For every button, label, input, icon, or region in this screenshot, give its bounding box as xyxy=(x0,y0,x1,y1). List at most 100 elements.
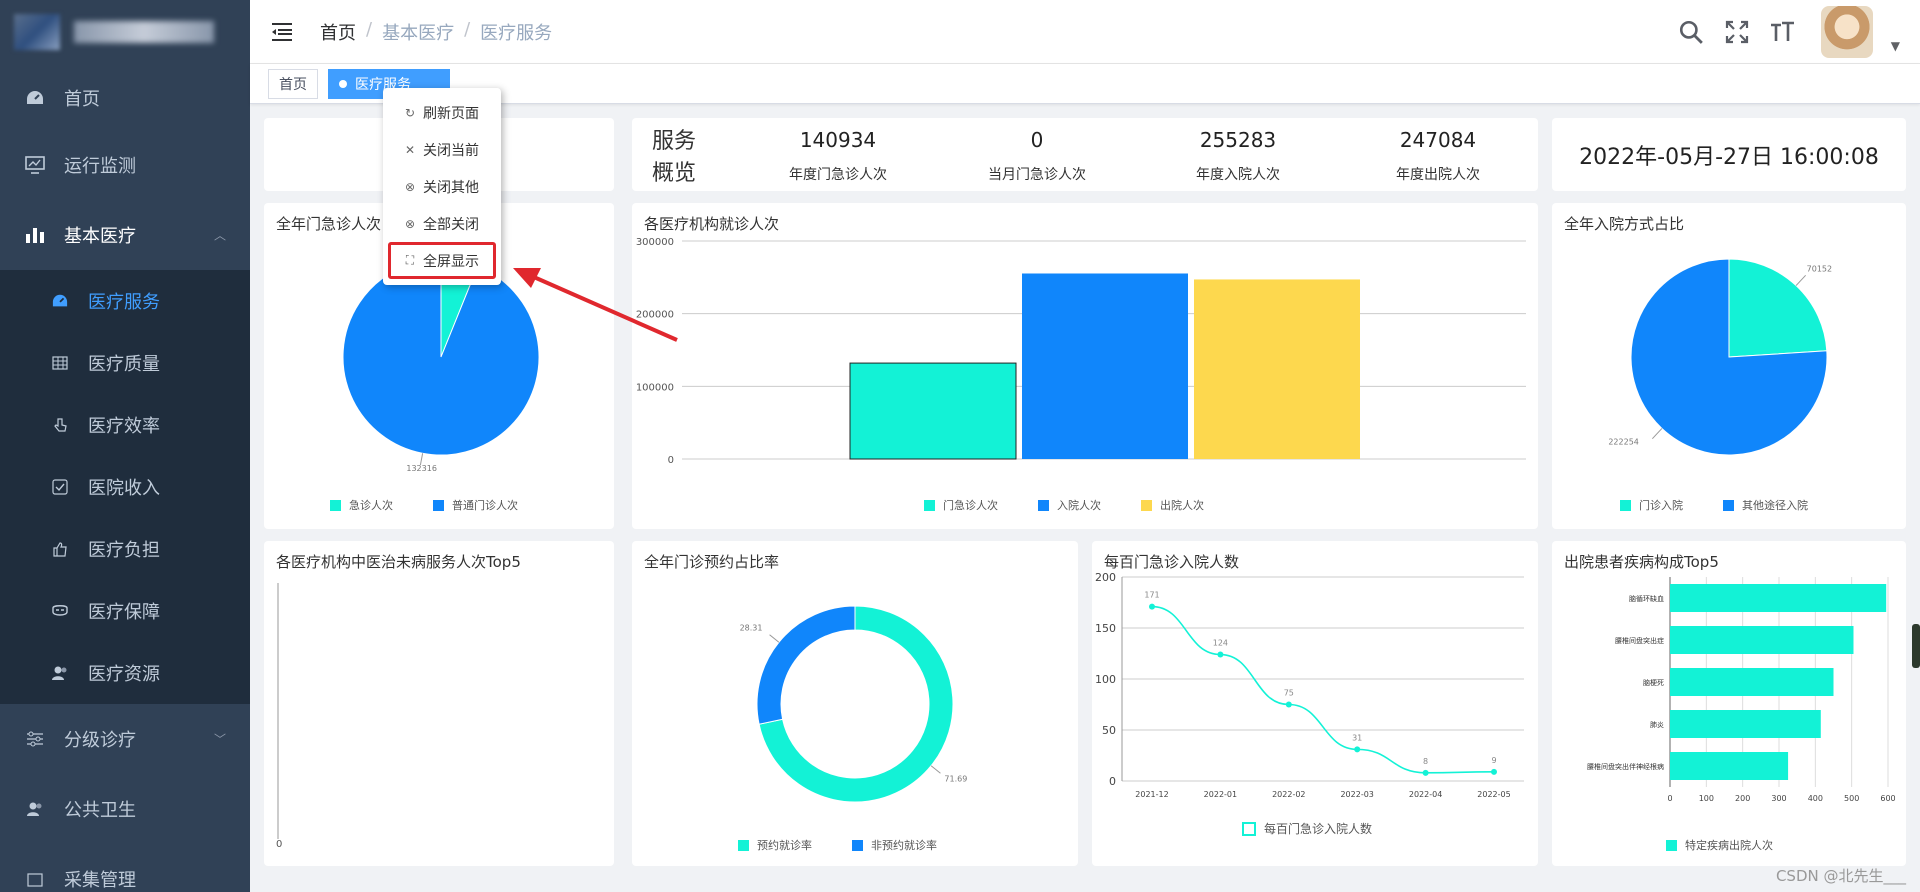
overview-title: 服务概览 xyxy=(652,129,697,186)
breadcrumb-home[interactable]: 首页 xyxy=(320,19,356,45)
thumb-icon xyxy=(50,539,70,559)
y-tick-label: 100000 xyxy=(636,382,674,393)
legend: 急诊人次 普通门诊人次 xyxy=(330,497,518,513)
data-point xyxy=(1422,769,1429,776)
sliders-icon xyxy=(24,728,46,750)
legend-item[interactable]: 非预约就诊率 xyxy=(852,837,937,853)
bar-chart-visits: 3000002000001000000 xyxy=(636,237,1526,466)
hamburger-icon[interactable] xyxy=(270,20,294,44)
sidebar-item-tiered-care[interactable]: 分级诊疗 ﹀ xyxy=(0,704,250,774)
card-title: 出院患者疾病构成Top5 xyxy=(1564,553,1719,571)
label-line xyxy=(769,634,780,643)
submenu-item-medical-service[interactable]: 医疗服务 xyxy=(0,270,250,332)
card-institution-visits: 各医疗机构就诊人次 300000 200000 100000 0 门急诊人次 入院人次… xyxy=(632,203,1538,529)
caret-down-icon[interactable]: ▼ xyxy=(1891,39,1900,53)
ctx-close-others[interactable]: ⊗ 关闭其他 xyxy=(383,168,501,205)
tag-home[interactable]: 首页 xyxy=(268,69,318,99)
data-label: 124 xyxy=(1213,639,1228,648)
legend: 特定疾病出院人次 xyxy=(1666,837,1773,853)
sidebar-item-label: 首页 xyxy=(64,89,100,110)
bar xyxy=(849,362,1017,460)
submenu-item-label: 医疗服务 xyxy=(88,292,160,313)
legend-item[interactable]: 门诊入院 xyxy=(1620,497,1683,513)
submenu-basic-medical: 医疗服务 医疗质量 医疗效率 医院收入 医疗负担 医疗保障 医疗资源 xyxy=(0,270,250,704)
legend-item[interactable]: 急诊人次 xyxy=(330,497,393,513)
sidebar-item-public-health[interactable]: 公共卫生 xyxy=(0,774,250,844)
y-tick-label: 腰椎间盘突出症 xyxy=(1615,636,1664,645)
stat-value: 247084 xyxy=(1399,128,1477,152)
legend-item[interactable]: 普通门诊人次 xyxy=(433,497,518,513)
legend-label: 特定疾病出院人次 xyxy=(1685,839,1773,852)
submenu-item-label: 医疗效率 xyxy=(88,416,160,437)
x-tick-label: 0 xyxy=(1667,794,1672,803)
legend-swatch xyxy=(1666,839,1677,851)
legend-item[interactable]: 门急诊人次 xyxy=(924,497,998,513)
x-tick-label: 500 xyxy=(1844,794,1859,803)
submenu-item-medical-efficiency[interactable]: 医疗效率 xyxy=(0,394,250,456)
x-tick-label: 2022-02 xyxy=(1272,790,1305,799)
legend-swatch xyxy=(1723,499,1734,511)
submenu-item-medical-quality[interactable]: 医疗质量 xyxy=(0,332,250,394)
sidebar-item-label: 分级诊疗 xyxy=(64,730,136,751)
stat-label: 年度门急诊人次 xyxy=(789,167,887,183)
legend-swatch xyxy=(1242,821,1256,836)
label-line xyxy=(1795,274,1807,286)
data-label: 8 xyxy=(1423,757,1428,766)
bar xyxy=(1670,710,1821,738)
hbar-chart-disease: 0 100 200 300 400 500 600 脑循环缺血腰椎间盘突出症脑梗死肺炎腰椎间盘… xyxy=(1587,577,1896,803)
fullscreen-icon: ⛶ xyxy=(405,253,415,267)
x-tick-label: 2022-04 xyxy=(1409,790,1442,799)
card-title: 各医疗机构中医治未病服务人次Top5 xyxy=(276,553,521,571)
breadcrumb-basic-medical: 基本医疗 xyxy=(382,22,455,44)
people-icon xyxy=(50,663,70,683)
chevron-up-icon: ︿ xyxy=(213,228,226,243)
stat-label: 年度入院人次 xyxy=(1196,167,1280,183)
logo[interactable] xyxy=(0,0,250,64)
sidebar-item-basic-medical[interactable]: 基本医疗 ︿ xyxy=(0,200,250,270)
ctx-fullscreen[interactable]: ⛶ 全屏显示 xyxy=(388,242,496,279)
close-icon: ✕ xyxy=(404,142,416,157)
legend-label: 门诊入院 xyxy=(1639,499,1683,512)
y-tick-label: 脑循环缺血 xyxy=(1629,594,1664,603)
y-tick-label: 0 xyxy=(668,455,674,466)
submenu-item-medical-resources[interactable]: 医疗资源 xyxy=(0,642,250,704)
submenu-item-medical-burden[interactable]: 医疗负担 xyxy=(0,518,250,580)
sidebar-item-label: 基本医疗 xyxy=(64,226,136,247)
ctx-close-current[interactable]: ✕ 关闭当前 xyxy=(383,131,501,168)
ctx-refresh[interactable]: ↻ 刷新页面 xyxy=(383,94,501,131)
stat-label: 年度出院人次 xyxy=(1396,167,1480,183)
avatar[interactable] xyxy=(1820,6,1873,58)
legend-item[interactable]: 入院人次 xyxy=(1038,497,1101,513)
dashboard-icon xyxy=(24,87,46,109)
data-label: 70152 xyxy=(1807,264,1832,273)
fullscreen-icon[interactable] xyxy=(1723,18,1751,46)
legend-label: 入院人次 xyxy=(1057,499,1101,512)
legend-item[interactable]: 每百门急诊入院人数 xyxy=(1242,820,1372,837)
legend-item[interactable]: 其他途径入院 xyxy=(1723,497,1808,513)
legend-item[interactable]: 出院人次 xyxy=(1141,497,1204,513)
breadcrumb: 首页 / 基本医疗 / 医疗服务 xyxy=(320,19,552,45)
sidebar-item-collection[interactable]: 采集管理 xyxy=(0,844,250,892)
ctx-close-all[interactable]: ⊗ 全部关闭 xyxy=(383,205,501,242)
font-size-icon[interactable] xyxy=(1769,18,1797,46)
card-title: 全年门诊预约占比率 xyxy=(644,553,780,571)
logo-text-blurred xyxy=(74,21,214,43)
legend-item[interactable]: 预约就诊率 xyxy=(738,837,812,853)
legend-label: 预约就诊率 xyxy=(757,839,812,852)
submenu-item-label: 医疗质量 xyxy=(88,354,160,375)
submenu-item-hospital-income[interactable]: 医院收入 xyxy=(0,456,250,518)
data-point xyxy=(1217,651,1224,658)
stat-label: 当月门急诊人次 xyxy=(988,167,1086,183)
sidebar-item-home[interactable]: 首页 xyxy=(0,66,250,130)
header-right: ▼ xyxy=(1677,0,1900,64)
checkbox-icon xyxy=(50,477,70,497)
table-icon xyxy=(50,353,70,373)
search-icon[interactable] xyxy=(1677,18,1705,46)
scrollbar[interactable] xyxy=(1912,624,1920,668)
sidebar-item-monitor[interactable]: 运行监测 xyxy=(0,130,250,200)
legend-item[interactable]: 特定疾病出院人次 xyxy=(1666,837,1773,853)
legend-swatch xyxy=(738,839,749,851)
submenu-item-medical-security[interactable]: 医疗保障 xyxy=(0,580,250,642)
stat-annual-admission: 255283 年度入院人次 xyxy=(1158,128,1318,184)
data-label: 75 xyxy=(1284,689,1294,698)
